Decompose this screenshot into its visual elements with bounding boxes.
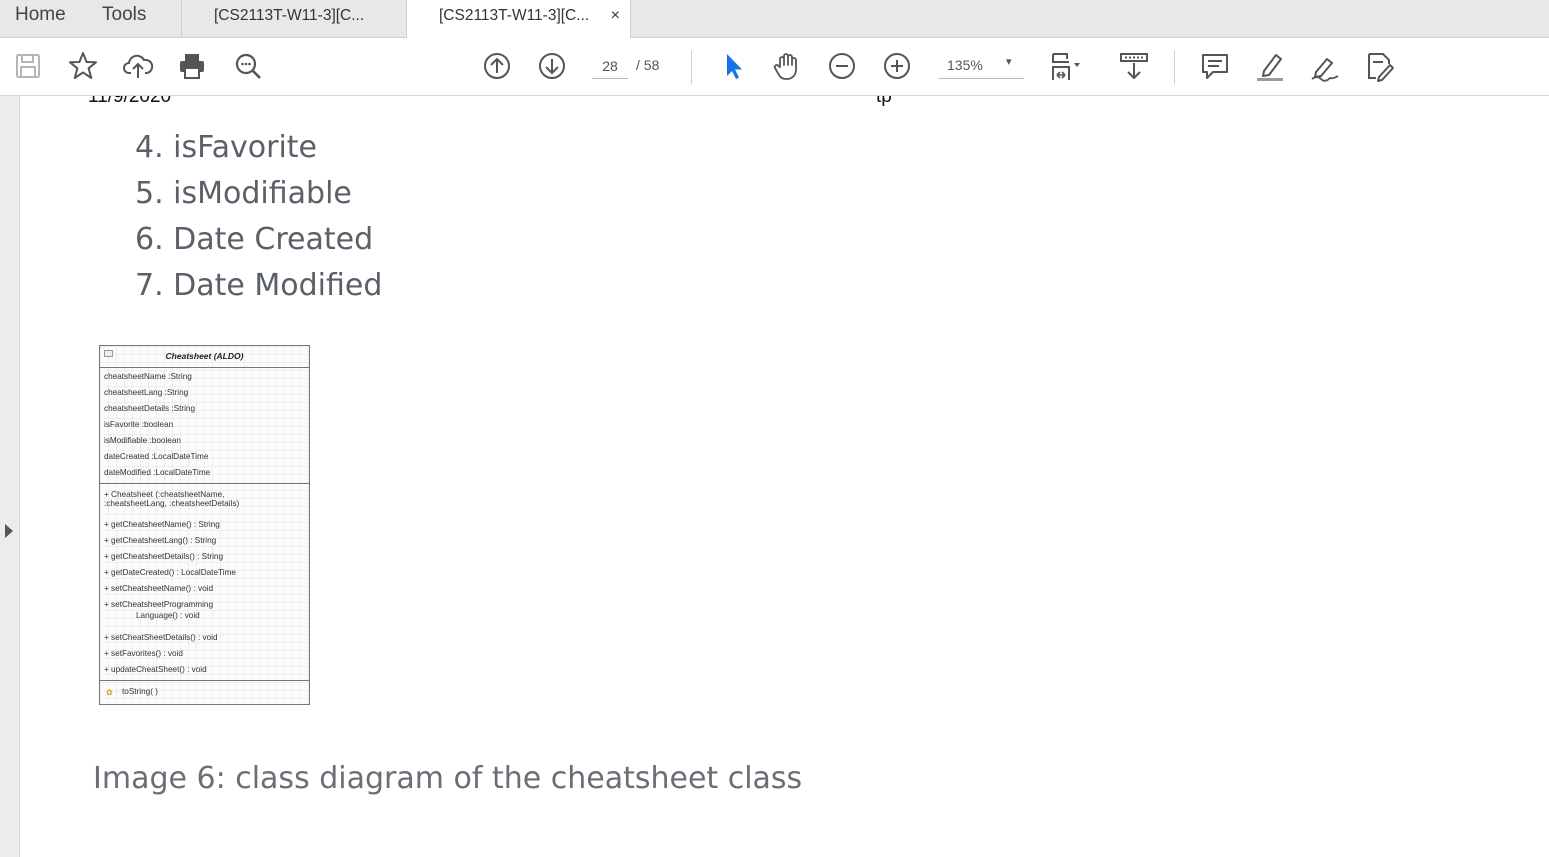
- list-item: 5. isModifiable: [135, 176, 352, 211]
- uml-method: + setCheatsheetProgramming: [104, 600, 213, 609]
- uml-method: + getCheatsheetDetails() : String: [104, 552, 224, 561]
- uml-divider: [100, 680, 309, 681]
- uml-method: + getCheatsheetLang() : String: [104, 536, 217, 545]
- sign-icon[interactable]: [1308, 49, 1342, 83]
- uml-method: + updateCheatSheet() : void: [104, 665, 207, 674]
- document-tab-1-label: [CS2113T-W11-3][C...: [214, 7, 365, 24]
- page-header-label: tp: [876, 96, 892, 107]
- select-cursor-icon[interactable]: [716, 49, 750, 83]
- home-tab[interactable]: Home: [15, 0, 66, 37]
- uml-class-icon: [104, 350, 113, 357]
- uml-attribute: cheatsheetName :String: [104, 372, 192, 381]
- zoom-value: 135%: [947, 57, 983, 73]
- uml-method: + setCheatsheetName() : void: [104, 584, 213, 593]
- zoom-select[interactable]: 135% ▾: [938, 54, 1024, 79]
- expand-pane-icon[interactable]: [5, 524, 13, 538]
- uml-class-title: Cheatsheet (ALDO): [100, 346, 309, 368]
- uml-attribute: dateModified :LocalDateTime: [104, 468, 211, 477]
- uml-class-diagram: Cheatsheet (ALDO) cheatsheetName :String…: [99, 345, 310, 705]
- uml-attribute: cheatsheetDetails :String: [104, 404, 196, 413]
- uml-attribute: isModifiable :boolean: [104, 436, 181, 445]
- uml-method: toString( ): [122, 687, 158, 696]
- page-up-icon[interactable]: [480, 49, 514, 83]
- page-header-date: 11/9/2020: [88, 96, 172, 107]
- list-item: 7. Date Modified: [135, 268, 383, 303]
- toolbar-divider: [691, 50, 692, 84]
- upload-cloud-icon[interactable]: [121, 49, 155, 83]
- zoom-in-icon[interactable]: [880, 49, 914, 83]
- star-icon[interactable]: [66, 49, 100, 83]
- print-icon[interactable]: [175, 49, 209, 83]
- tools-tab[interactable]: Tools: [102, 0, 146, 37]
- document-page: 11/9/2020 tp 4. isFavorite 5. isModifiab…: [20, 96, 1549, 857]
- toolbar: / 58 135% ▾: [0, 38, 1549, 96]
- hand-icon[interactable]: [770, 49, 804, 83]
- uml-attribute: dateCreated :LocalDateTime: [104, 452, 209, 461]
- list-item: 6. Date Created: [135, 222, 374, 257]
- chevron-down-icon: ▾: [1006, 56, 1012, 68]
- close-tab-button[interactable]: ×: [611, 0, 620, 32]
- edit-icon[interactable]: [1362, 49, 1396, 83]
- page-total: / 58: [636, 57, 660, 73]
- toolbar-divider-2: [1174, 50, 1175, 84]
- document-tab-2[interactable]: [CS2113T-W11-3][C... ×: [406, 0, 631, 38]
- uml-divider: [100, 483, 309, 484]
- uml-method: + getDateCreated() : LocalDateTime: [104, 568, 236, 577]
- highlight-icon[interactable]: [1253, 49, 1287, 83]
- method-icon: ✿: [106, 688, 113, 697]
- scroll-mode-icon[interactable]: [1117, 49, 1151, 83]
- page-down-icon[interactable]: [535, 49, 569, 83]
- uml-method: Language() : void: [136, 611, 200, 620]
- uml-method: + setFavorites() : void: [104, 649, 183, 658]
- tab-bar: Home Tools [CS2113T-W11-3][C... [CS2113T…: [0, 0, 1549, 38]
- document-tab-2-label: [CS2113T-W11-3][C...: [439, 7, 590, 24]
- uml-method: + setCheatSheetDetails() : void: [104, 633, 218, 642]
- uml-attribute: isFavorite :boolean: [104, 420, 174, 429]
- list-item: 4. isFavorite: [135, 130, 318, 165]
- page-number-input[interactable]: [592, 54, 628, 79]
- uml-attribute: cheatsheetLang :String: [104, 388, 189, 397]
- document-tab-1[interactable]: [CS2113T-W11-3][C...: [181, 0, 406, 37]
- uml-method: + getCheatsheetName() : String: [104, 520, 220, 529]
- left-nav-pane: [0, 96, 20, 857]
- zoom-out-icon[interactable]: [825, 49, 859, 83]
- save-icon[interactable]: [11, 49, 45, 83]
- comment-icon[interactable]: [1198, 49, 1232, 83]
- find-icon[interactable]: [231, 49, 265, 83]
- figure-caption: Image 6: class diagram of the cheatsheet…: [93, 761, 803, 796]
- uml-constructor: + Cheatsheet (:cheatsheetName, :cheatshe…: [104, 490, 240, 508]
- fit-page-icon[interactable]: [1047, 49, 1081, 83]
